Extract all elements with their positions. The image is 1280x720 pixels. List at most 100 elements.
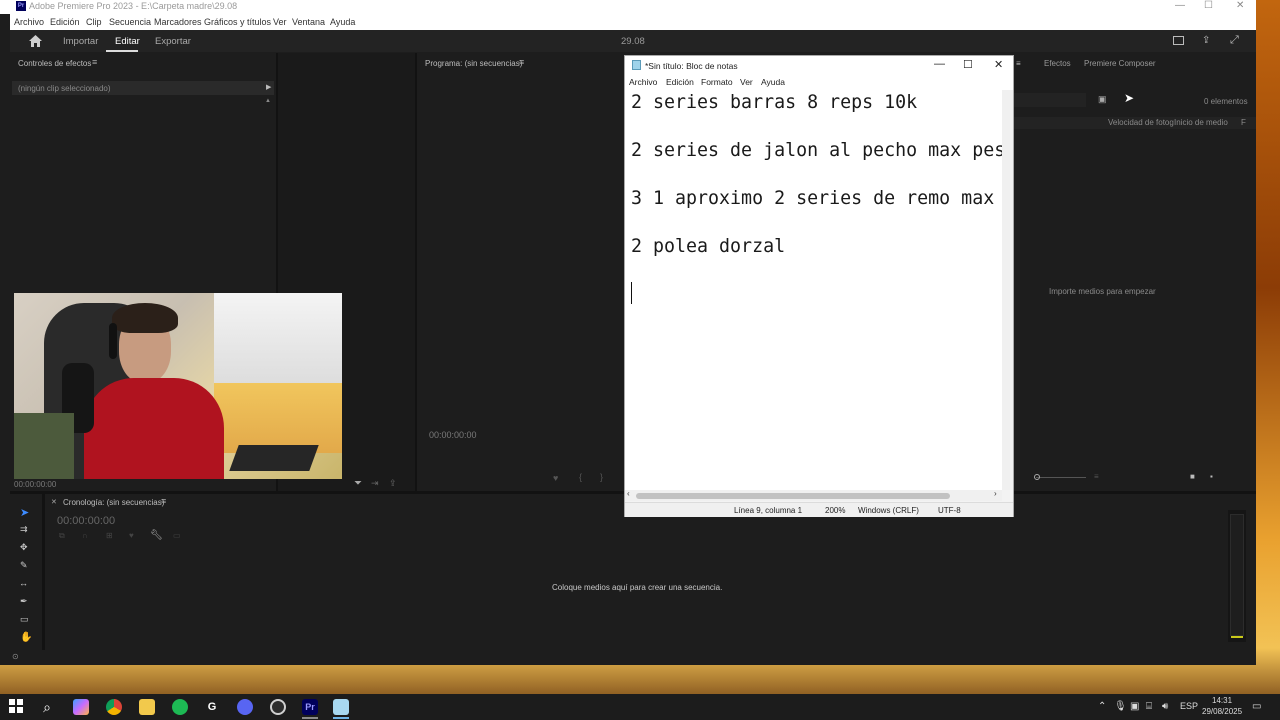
- fullscreen-icon[interactable]: ⤢: [1230, 34, 1239, 47]
- menu-ver[interactable]: Ver: [273, 17, 287, 27]
- hand-icon[interactable]: ✋: [20, 632, 32, 643]
- spotify-icon[interactable]: [172, 699, 188, 715]
- search-input[interactable]: [1014, 93, 1086, 107]
- captions-icon[interactable]: ▭: [173, 531, 181, 540]
- horizontal-scrollbar[interactable]: ‹ ›: [625, 489, 1002, 501]
- clock-time[interactable]: 14:31: [1212, 696, 1232, 705]
- razor-icon[interactable]: ✎: [20, 560, 28, 571]
- file-explorer-icon[interactable]: [139, 699, 155, 715]
- col-truncated[interactable]: F: [1241, 118, 1246, 127]
- menu-archivo[interactable]: Archivo: [14, 17, 44, 27]
- linked-icon[interactable]: ⊞: [106, 531, 113, 540]
- maximize-icon[interactable]: ☐: [963, 58, 973, 71]
- search-icon[interactable]: ⌕: [39, 699, 55, 715]
- microphone-icon[interactable]: 🎙︎: [1114, 701, 1127, 712]
- np-menu-formato[interactable]: Formato: [701, 77, 733, 87]
- menu-graficos[interactable]: Gráficos y títulos: [204, 17, 271, 27]
- tab-premiere-composer[interactable]: Premiere Composer: [1084, 59, 1156, 68]
- np-menu-ayuda[interactable]: Ayuda: [761, 77, 785, 87]
- share-icon[interactable]: ⇪: [1202, 35, 1210, 46]
- tray-app-icon[interactable]: ▣: [1130, 701, 1139, 712]
- marker-icon[interactable]: ♥: [553, 473, 558, 483]
- panel-menu-icon[interactable]: ≡: [1016, 59, 1021, 68]
- col-media-start[interactable]: Inicio de medio: [1174, 118, 1228, 127]
- menu-edicion[interactable]: Edición: [50, 17, 80, 27]
- mark-in-icon[interactable]: {: [579, 472, 582, 482]
- menu-ayuda[interactable]: Ayuda: [330, 17, 355, 27]
- tray-expand-icon[interactable]: ⌃: [1098, 701, 1106, 712]
- np-menu-ver[interactable]: Ver: [740, 77, 753, 87]
- panel-menu-icon[interactable]: ≡: [519, 57, 524, 67]
- new-bin-icon[interactable]: ▣: [1098, 94, 1107, 105]
- rectangle-icon[interactable]: ▭: [20, 614, 29, 625]
- np-menu-archivo[interactable]: Archivo: [629, 77, 657, 87]
- selection-tool-icon[interactable]: ➤: [20, 506, 29, 519]
- minimize-icon[interactable]: —: [934, 58, 945, 70]
- effect-controls-title[interactable]: Controles de efectos: [18, 59, 91, 68]
- sort-icon[interactable]: ≡: [1094, 472, 1099, 481]
- insert-icon[interactable]: ⇥: [371, 478, 379, 489]
- copilot-icon[interactable]: [73, 699, 89, 715]
- close-tab-icon[interactable]: ✕: [51, 498, 57, 506]
- premiere-icon[interactable]: Pr: [302, 699, 318, 715]
- filter-icon[interactable]: ⏷: [354, 478, 362, 489]
- notifications-icon[interactable]: ▭: [1252, 701, 1261, 712]
- discord-icon[interactable]: [237, 699, 253, 715]
- tab-editar[interactable]: Editar: [115, 36, 140, 47]
- slip-icon[interactable]: ↔: [19, 578, 28, 588]
- chrome-icon[interactable]: [106, 699, 122, 715]
- notepad-icon[interactable]: [333, 699, 349, 715]
- start-icon[interactable]: [8, 699, 24, 715]
- nest-icon[interactable]: ⧉: [59, 531, 65, 541]
- home-icon[interactable]: [29, 35, 42, 47]
- notepad-text-area[interactable]: 2 series barras 8 reps 10k 2 series de j…: [625, 90, 1002, 490]
- active-tab-indicator: [106, 50, 138, 52]
- ripple-edit-icon[interactable]: ✥: [20, 542, 28, 553]
- menu-clip[interactable]: Clip: [86, 17, 102, 27]
- obs-icon[interactable]: [270, 699, 286, 715]
- workspace-icon[interactable]: [1173, 36, 1184, 45]
- wrench-icon[interactable]: 🔧︎: [150, 530, 163, 541]
- webcam-overlay: [14, 293, 342, 479]
- np-menu-edicion[interactable]: Edición: [666, 77, 694, 87]
- add-marker-icon[interactable]: ♥: [129, 531, 134, 540]
- mark-out-icon[interactable]: }: [600, 472, 603, 482]
- g-app-icon[interactable]: G: [204, 699, 220, 715]
- expand-arrow-icon[interactable]: ▶: [266, 83, 271, 91]
- col-frame-rate[interactable]: Velocidad de fotog: [1108, 118, 1174, 127]
- scroll-up-icon[interactable]: ▲: [265, 98, 271, 104]
- volume-icon[interactable]: 🔊︎: [1162, 701, 1168, 712]
- zoom-slider-handle[interactable]: [1034, 474, 1040, 480]
- program-monitor-title[interactable]: Programa: (sin secuencias): [425, 59, 522, 68]
- snap-icon[interactable]: ∩: [82, 531, 88, 540]
- track-select-icon[interactable]: ⇉: [20, 524, 28, 535]
- close-icon[interactable]: ✕: [994, 58, 1003, 71]
- panel-menu-icon[interactable]: ≡: [161, 496, 166, 506]
- clock-date[interactable]: 29/08/2025: [1202, 707, 1242, 716]
- vertical-scrollbar[interactable]: [1002, 90, 1013, 490]
- network-icon[interactable]: ⌸: [1146, 701, 1152, 712]
- menu-ventana[interactable]: Ventana: [292, 17, 325, 27]
- notepad-menubar: Archivo Edición Formato Ver Ayuda: [625, 75, 1013, 90]
- panel-menu-icon[interactable]: ≡: [92, 57, 97, 67]
- tab-importar[interactable]: Importar: [63, 36, 98, 47]
- language-indicator[interactable]: ESP: [1180, 701, 1198, 711]
- pen-icon[interactable]: ✒: [20, 596, 28, 607]
- export-frame-icon[interactable]: ⇪: [389, 478, 397, 489]
- new-item-icon[interactable]: ▪: [1210, 472, 1213, 481]
- scrollbar-thumb[interactable]: [636, 493, 950, 499]
- folder-icon[interactable]: ■: [1190, 472, 1195, 481]
- minimize-icon[interactable]: —: [1175, 0, 1185, 11]
- timeline-title[interactable]: Cronología: (sin secuencias): [63, 498, 164, 507]
- close-icon[interactable]: ✕: [1236, 0, 1244, 11]
- menu-marcadores[interactable]: Marcadores: [154, 17, 202, 27]
- tab-efectos[interactable]: Efectos: [1044, 59, 1071, 68]
- tab-exportar[interactable]: Exportar: [155, 36, 191, 47]
- notepad-titlebar[interactable]: *Sin título: Bloc de notas — ☐ ✕: [625, 56, 1013, 75]
- zoom-slider[interactable]: [1036, 477, 1086, 478]
- status-icon[interactable]: ⊙: [12, 652, 19, 661]
- maximize-icon[interactable]: ☐: [1204, 0, 1213, 11]
- scroll-right-icon[interactable]: ›: [994, 489, 997, 498]
- menu-secuencia[interactable]: Secuencia: [109, 17, 151, 27]
- scroll-left-icon[interactable]: ‹: [627, 489, 630, 498]
